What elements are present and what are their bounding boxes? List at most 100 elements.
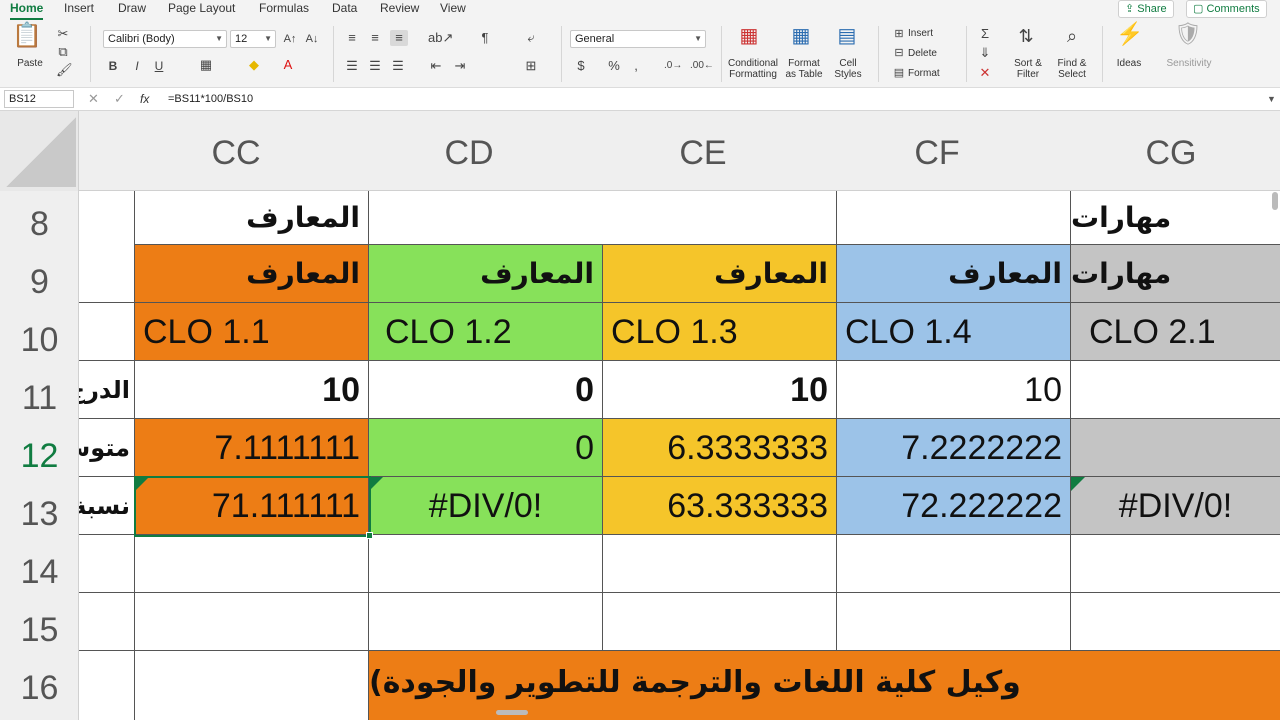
paste-icon[interactable]: 📋 — [12, 24, 42, 48]
cell-cc14[interactable] — [135, 535, 369, 593]
enter-icon[interactable]: ✓ — [114, 91, 125, 107]
cell-ce9[interactable]: المعارف — [603, 245, 837, 303]
cell-cd9[interactable]: المعارف — [369, 245, 603, 303]
tab-formulas[interactable]: Formulas — [259, 0, 309, 20]
comments-button[interactable]: ▢ Comments — [1186, 0, 1267, 18]
cell-cg12[interactable] — [1071, 419, 1280, 477]
column-header-cc[interactable]: CC — [118, 111, 354, 191]
cell-partial-r16[interactable] — [79, 651, 135, 720]
row-header-9[interactable]: 9 — [0, 253, 79, 311]
decrease-indent-icon[interactable]: ⇤ — [428, 58, 444, 74]
ideas-icon[interactable]: ⚡ — [1116, 23, 1143, 45]
cell-partial-r15[interactable] — [79, 593, 135, 651]
align-center-icon[interactable]: ☰ — [367, 58, 383, 74]
cell-cg11[interactable] — [1071, 361, 1280, 419]
decrease-decimal-icon[interactable]: .00← — [690, 58, 714, 74]
row-header-13[interactable]: 13 — [0, 485, 79, 543]
number-format-dropdown[interactable]: General ▼ — [570, 30, 706, 48]
borders-icon[interactable]: ▦ — [198, 57, 214, 73]
delete-cells-button[interactable]: Delete — [908, 48, 948, 59]
cell-cg13[interactable]: #DIV/0! — [1071, 477, 1280, 535]
column-header-cd[interactable]: CD — [352, 111, 586, 191]
cell-cd12[interactable]: 0 — [369, 419, 603, 477]
cell-ce12[interactable]: 6.3333333 — [603, 419, 837, 477]
cell-cf14[interactable] — [837, 535, 1071, 593]
cell-cf15[interactable] — [837, 593, 1071, 651]
insert-cells-button[interactable]: Insert — [908, 28, 948, 39]
cell-cc12[interactable]: 7.1111111 — [135, 419, 369, 477]
cell-cf9[interactable]: المعارف — [837, 245, 1071, 303]
cell-cc16[interactable] — [135, 651, 369, 720]
conditional-formatting-icon[interactable]: ▦ — [736, 26, 762, 46]
cell-partial-r8[interactable] — [79, 191, 135, 245]
cell-cf12[interactable]: 7.2222222 — [837, 419, 1071, 477]
cut-icon[interactable]: ✂ — [56, 26, 70, 42]
increase-font-icon[interactable]: A↑ — [283, 31, 297, 47]
align-left-icon[interactable]: ☰ — [344, 58, 360, 74]
cell-ce10[interactable]: CLO 1.3 — [603, 303, 837, 361]
currency-icon[interactable]: $ — [572, 58, 590, 74]
insert-function-icon[interactable]: fx — [140, 91, 149, 107]
format-as-table-icon[interactable]: ▦ — [788, 26, 814, 46]
column-header-cg[interactable]: CG — [1054, 111, 1280, 191]
cell-cc10[interactable]: CLO 1.1 — [135, 303, 369, 361]
align-right-icon[interactable]: ☰ — [390, 58, 406, 74]
tab-data[interactable]: Data — [332, 0, 357, 20]
increase-decimal-icon[interactable]: .0→ — [664, 58, 682, 74]
format-cells-button[interactable]: Format — [908, 68, 948, 79]
cell-partial-r14[interactable] — [79, 535, 135, 593]
cell-cd14[interactable] — [369, 535, 603, 593]
cell-cd10[interactable]: CLO 1.2 — [369, 303, 603, 361]
cell-styles-button[interactable]: Cell Styles — [828, 58, 868, 80]
column-header-cf[interactable]: CF — [820, 111, 1054, 191]
autosum-icon[interactable]: Σ — [978, 26, 992, 42]
find-select-button[interactable]: Find & Select — [1050, 58, 1094, 80]
expand-formula-icon[interactable]: ▼ — [1267, 91, 1276, 107]
cell-cf11[interactable]: 10 — [837, 361, 1071, 419]
fill-down-icon[interactable]: ⇓ — [978, 45, 992, 61]
sort-filter-icon[interactable]: ⇅ — [1012, 27, 1040, 45]
cell-cg15[interactable] — [1071, 593, 1280, 651]
merge-center-icon[interactable]: ⊞ — [522, 58, 540, 74]
cell-cc9[interactable]: المعارف — [135, 245, 369, 303]
paste-label[interactable]: Paste — [10, 58, 50, 69]
tab-page-layout[interactable]: Page Layout — [168, 0, 235, 20]
sensitivity-icon[interactable]: 🛡 — [1174, 23, 1202, 45]
font-color-icon[interactable]: A — [280, 57, 296, 73]
format-painter-icon[interactable]: 🖌 — [56, 62, 73, 78]
cell-cd8[interactable] — [369, 191, 603, 245]
row-header-11[interactable]: 11 — [0, 369, 79, 427]
align-bottom-icon[interactable]: ≡ — [390, 30, 408, 46]
horizontal-scrollbar[interactable] — [496, 710, 528, 715]
cell-partial-r11[interactable]: الدرج — [79, 361, 135, 419]
cell-partial-r9[interactable] — [79, 245, 135, 303]
cell-partial-r12[interactable]: متوس — [79, 419, 135, 477]
row-header-16[interactable]: 16 — [0, 659, 79, 717]
tab-insert[interactable]: Insert — [64, 0, 94, 20]
decrease-font-icon[interactable]: A↓ — [305, 31, 319, 47]
cell-cf13[interactable]: 72.222222 — [837, 477, 1071, 535]
underline-button[interactable]: U — [152, 58, 166, 74]
fill-handle[interactable] — [366, 532, 373, 539]
fill-color-icon[interactable]: ◆ — [246, 57, 262, 73]
font-size-dropdown[interactable]: 12 ▼ — [230, 30, 276, 48]
cell-cf8[interactable] — [837, 191, 1071, 245]
cell-cd15[interactable] — [369, 593, 603, 651]
sensitivity-button[interactable]: Sensitivity — [1158, 58, 1220, 69]
comma-style-icon[interactable]: , — [628, 58, 644, 74]
font-name-dropdown[interactable]: Calibri (Body) ▼ — [103, 30, 227, 48]
cell-cg10[interactable]: CLO 2.1 — [1071, 303, 1280, 361]
tab-review[interactable]: Review — [380, 0, 419, 20]
insert-cells-icon[interactable]: ⊞ — [892, 26, 906, 42]
error-indicator-icon[interactable] — [135, 477, 149, 491]
align-middle-icon[interactable]: ≡ — [367, 30, 383, 46]
delete-cells-icon[interactable]: ⊟ — [892, 45, 906, 61]
increase-indent-icon[interactable]: ⇥ — [452, 58, 468, 74]
copy-icon[interactable]: ⧉ — [56, 44, 70, 60]
cell-cd11[interactable]: 0 — [369, 361, 603, 419]
cell-cg8[interactable]: مهارات — [1071, 191, 1280, 245]
column-header-ce[interactable]: CE — [586, 111, 820, 191]
formula-input[interactable]: =BS11*100/BS10 — [168, 92, 253, 106]
wrap-text-icon[interactable]: ⤶ — [522, 30, 540, 46]
tab-view[interactable]: View — [440, 0, 466, 20]
